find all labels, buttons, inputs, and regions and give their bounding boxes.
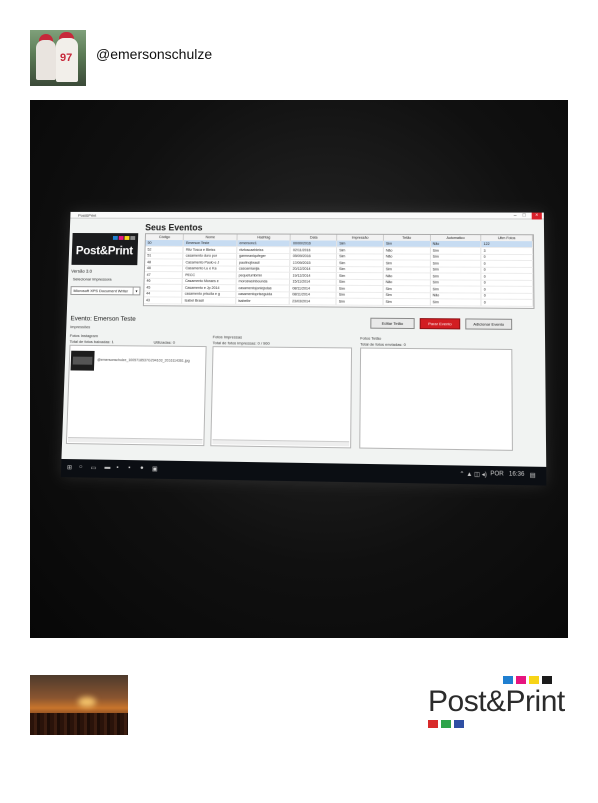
tetao-label: Fotos Tetão	[360, 335, 382, 341]
printer-value: Microsoft XPS Document Writer	[73, 288, 129, 294]
photos-label: Fotos Instagram	[69, 333, 99, 339]
printed-photos-panel[interactable]	[210, 346, 353, 449]
table-cell: Sim	[382, 298, 431, 306]
logo-square	[454, 720, 464, 728]
monitor-screen: Post&Print – □ × Post&Print Versão 3.0 S…	[60, 211, 547, 486]
event-subtitle: Impressões	[70, 324, 91, 330]
table-cell: 43	[143, 296, 183, 304]
chevron-down-icon[interactable]: ▾	[132, 287, 140, 295]
edit-tetao-button[interactable]: Editar Tetão	[370, 317, 415, 330]
total-downloaded: Total de fotos baixadas: 1	[69, 338, 114, 345]
sunset-sun	[78, 697, 96, 707]
horizontal-scrollbar[interactable]	[67, 437, 203, 445]
total-printed: Total de fotos impressas: 0 / 900	[212, 340, 270, 346]
folder-icon[interactable]: ▬	[104, 465, 110, 471]
brand-text-inner: Post&Print	[428, 685, 565, 718]
add-event-button[interactable]: Adicionar Evento	[465, 318, 513, 330]
events-table[interactable]: Código Nome Hashtag Data Impressão Tetão…	[142, 233, 535, 309]
window-title: Post&Print	[77, 212, 97, 218]
horizontal-scrollbar[interactable]	[212, 439, 350, 447]
used-count: Utilizadas: 0	[153, 339, 176, 345]
logo-square	[516, 676, 526, 684]
app-logo: Post&Print	[71, 233, 139, 266]
printer-label: Selecionar Impressora	[72, 276, 112, 282]
logo-square	[428, 720, 438, 728]
table-cell: Sim	[336, 298, 383, 305]
stop-event-button[interactable]: Parar Evento	[419, 318, 461, 330]
avatar[interactable]: 97	[30, 30, 86, 86]
tetao-photos-panel[interactable]	[359, 347, 513, 451]
clock[interactable]: 16:36	[509, 471, 525, 477]
brand-logo: Post&Print	[428, 676, 573, 736]
logo-square	[529, 676, 539, 684]
photo-thumbnail[interactable]	[70, 350, 95, 371]
printer-select[interactable]: Microsoft XPS Document Writer ▾	[70, 286, 141, 296]
maximize-icon[interactable]: □	[523, 213, 526, 220]
version-label: Versão 3.0	[71, 268, 93, 274]
logo-square	[542, 676, 552, 684]
thumb-filename: @emersonschulze_1005718537G294103_201611…	[97, 357, 190, 363]
post-card: 97 @emersonschulze Post&Print – □ × Post…	[0, 0, 598, 803]
related-image-thumbnail[interactable]	[30, 675, 128, 735]
events-title: Seus Eventos	[145, 222, 203, 233]
table-row[interactable]: 43 Isabel Brasil isabelbr 23/03/2014 Sim Sim S…	[143, 296, 533, 306]
browser-icon[interactable]: ●	[140, 465, 144, 471]
table-cell: 23/03/2014	[289, 297, 337, 305]
player-left	[36, 40, 56, 80]
logo-square	[441, 720, 451, 728]
prints-label: Fotos Impressas	[212, 334, 243, 340]
language-indicator[interactable]: POR	[490, 471, 503, 477]
event-name: Evento: Emerson Teste	[70, 315, 136, 323]
table-cell: Isabel Brasil	[182, 297, 236, 304]
search-icon[interactable]: ○	[79, 464, 83, 470]
table-cell: 0	[481, 299, 533, 306]
instagram-photos-panel[interactable]: @emersonschulze_1005718537G294103_201611…	[65, 344, 207, 447]
store-icon[interactable]: ▪	[116, 465, 118, 471]
tray-arrows-icon[interactable]: ⌃ ▲ ◫ ◂)	[459, 471, 487, 479]
logo-square	[503, 676, 513, 684]
table-cell: isabelbr	[235, 297, 290, 305]
logo-text: Post&Print	[75, 243, 134, 258]
city-silhouette	[30, 713, 128, 735]
brand-text: Post&Print	[428, 685, 565, 719]
app-body: Post&Print Versão 3.0 Selecionar Impress…	[61, 218, 547, 467]
minimize-icon[interactable]: –	[514, 213, 517, 220]
username[interactable]: @emersonschulze	[96, 46, 212, 62]
total-tetao: Total de fotos enviadas: 0	[360, 341, 406, 347]
postprint-taskbar-icon[interactable]: ▣	[152, 466, 158, 473]
notifications-icon[interactable]: ▤	[530, 472, 536, 479]
app-icon[interactable]: ▪	[128, 465, 130, 471]
post-photo: Post&Print – □ × Post&Print Versão 3.0 S…	[30, 100, 568, 638]
windows-start-icon[interactable]: ⊞	[67, 464, 72, 471]
table-cell: Sim	[430, 298, 482, 306]
jersey-number: 97	[60, 52, 73, 64]
close-icon[interactable]: ×	[531, 212, 542, 220]
task-view-icon[interactable]: ▭	[91, 464, 97, 471]
